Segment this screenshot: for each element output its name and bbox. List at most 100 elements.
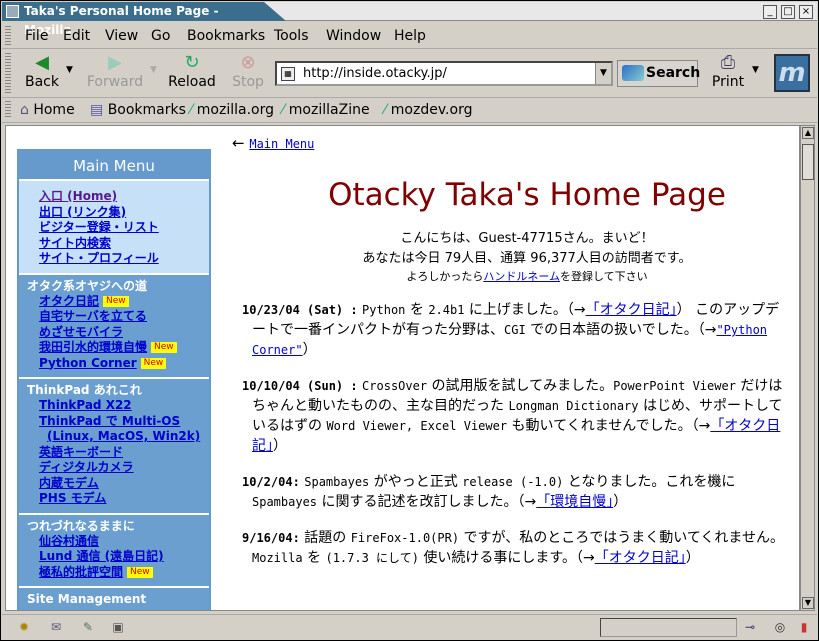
menu-file[interactable]: File	[25, 28, 48, 45]
bookmark-mozillazine[interactable]: ⁄ mozillaZine	[282, 102, 370, 119]
sidebar-link[interactable]: ディジタルカメラ	[27, 460, 201, 476]
news-date: 10/10/04 (Sun) :	[242, 379, 358, 393]
bookmark-mozilla-org[interactable]: ⁄ mozilla.org	[190, 102, 274, 119]
close-button[interactable]: ×	[799, 5, 813, 19]
sidebar-link[interactable]: 我田引水的環境自慢 New	[27, 340, 201, 356]
sidebar-link[interactable]: 自宅サーバを立てる	[27, 309, 201, 325]
reload-button[interactable]: ↻ Reload	[166, 52, 218, 94]
scroll-up-icon[interactable]: ▲	[802, 127, 814, 139]
scroll-down-icon[interactable]: ▼	[802, 597, 814, 609]
new-badge: New	[103, 295, 129, 307]
news-item: 10/10/04 (Sun) : CrossOver の試用版を試してみました。…	[242, 376, 792, 456]
page-content[interactable]: Main Menu 入口 (Home) 出口 (リンク集) ビジター登録・リスト サイ…	[5, 125, 800, 611]
sidebar-link[interactable]: PHS モデム	[27, 491, 201, 507]
forward-dropdown-icon[interactable]: ▼	[150, 65, 157, 75]
sidebar-link[interactable]: Lund 通信 (遠島日記)	[27, 549, 201, 565]
url-history-dropdown-icon[interactable]: ▼	[595, 63, 611, 84]
window-title-tab[interactable]: Taka's Personal Home Page - Mozilla	[2, 2, 286, 37]
sidebar-link[interactable]: ThinkPad X22	[27, 398, 201, 414]
sidebar-link[interactable]: (Linux, MacOS, Win2k)	[27, 429, 201, 445]
menu-go[interactable]: Go	[151, 28, 170, 45]
menu-view[interactable]: View	[105, 28, 138, 45]
news-text: ）	[685, 550, 700, 566]
navbar-grip-icon[interactable]	[5, 53, 11, 93]
url-bar[interactable]: ▦ http://inside.otacky.jp/ ▼	[275, 61, 613, 86]
left-arrow-icon: ←	[232, 134, 245, 152]
status-progress-field	[600, 618, 737, 637]
sidebar-section: 入口 (Home) 出口 (リンク集) ビジター登録・リスト サイト内検索 サイト・プロ…	[19, 181, 209, 275]
menu-edit[interactable]: Edit	[63, 28, 90, 45]
menubar-grip-icon[interactable]	[5, 26, 11, 46]
news-text: PowerPoint Viewer	[613, 379, 736, 393]
vertical-scrollbar[interactable]: ▲ ▼	[800, 125, 815, 611]
menu-bar: File Edit View Go Bookmarks Tools Window…	[2, 23, 817, 49]
news-link[interactable]: 「環境自慢」	[536, 494, 613, 510]
mozilla-throbber-logo[interactable]: m	[774, 54, 810, 92]
sidebar-link[interactable]: 内蔵モデム	[27, 476, 201, 492]
sidebar-link[interactable]: 入口 (Home)	[27, 189, 201, 205]
print-button[interactable]: ⎙ Print	[708, 52, 748, 94]
handle-name-link[interactable]: ハンドルネーム	[483, 270, 560, 283]
sidebar-link[interactable]: サイト・プロフィール	[27, 251, 201, 267]
bookmarks-grip-icon[interactable]	[5, 101, 11, 119]
sidebar-link[interactable]: ビジター登録・リスト	[27, 220, 201, 236]
sidebar-link[interactable]: オタク日記 New	[27, 294, 201, 310]
sidebar-link[interactable]: Python Corner New	[27, 356, 201, 372]
back-button[interactable]: ◀ Back	[22, 52, 62, 94]
news-text: ）	[302, 342, 317, 358]
address-book-icon[interactable]: ▣	[108, 619, 128, 636]
stop-button[interactable]: ⊗ Stop	[228, 52, 268, 94]
sidebar-link[interactable]: ThinkPad で Multi-OS	[27, 414, 201, 430]
news-text: 2.4b1	[428, 303, 465, 317]
reload-icon: ↻	[184, 52, 200, 73]
sidebar-title: Main Menu	[19, 151, 209, 181]
sidebar-link[interactable]: サイト内検索	[27, 236, 201, 252]
news-item: 10/23/04 (Sat) : Python を 2.4b1 に上げました。（…	[242, 300, 792, 360]
security-icon[interactable]: ◎	[770, 619, 790, 636]
menu-bookmarks[interactable]: Bookmarks	[187, 28, 265, 45]
sidebar-link[interactable]: めざせモバイラ	[27, 325, 201, 341]
page-favicon-icon: ▦	[281, 67, 295, 81]
search-button[interactable]: Search	[617, 60, 700, 87]
news-item: 9/16/04: 話題の FireFox-1.0(PR) ですが、私のところでは…	[242, 528, 792, 568]
bookmark-mozdev-org[interactable]: ⁄ mozdev.org	[384, 102, 472, 119]
news-text: FireFox-1.0(PR)	[350, 531, 460, 545]
lock-icon[interactable]: ▮	[794, 619, 814, 636]
bookmarks-icon: ▤	[90, 102, 104, 118]
maximize-button[interactable]: □	[781, 5, 795, 19]
new-badge: New	[127, 566, 153, 578]
navigator-icon[interactable]: ✹	[14, 619, 34, 636]
news-text: に上げました。（→	[464, 302, 586, 318]
minimize-button[interactable]: _	[763, 5, 777, 19]
main-menu-sidebar: Main Menu 入口 (Home) 出口 (リンク集) ビジター登録・リスト サイ…	[17, 149, 211, 610]
sidebar-link[interactable]: 出口 (リンク集)	[27, 205, 201, 221]
sidebar-sections: 入口 (Home) 出口 (リンク集) ビジター登録・リスト サイト内検索 サイト・プロ…	[19, 181, 209, 610]
online-status-icon[interactable]: ⊸	[740, 619, 760, 636]
mail-icon[interactable]: ✉	[46, 619, 66, 636]
main-menu-link[interactable]: Main Menu	[249, 137, 314, 151]
bookmark-home[interactable]: ⌂ Home	[20, 102, 75, 119]
news-date: 10/2/04:	[242, 475, 300, 489]
menu-window[interactable]: Window	[326, 28, 381, 45]
news-text: Spambayes	[252, 495, 318, 509]
url-input[interactable]: http://inside.otacky.jp/	[303, 66, 447, 81]
sidebar-link[interactable]: 仙谷村通信	[27, 534, 201, 550]
forward-button[interactable]: ▶ Forward	[84, 52, 146, 94]
bookmarks-toolbar: ⌂ Home ▤ Bookmarks ⁄ mozilla.org ⁄ mozil…	[2, 99, 817, 123]
sidebar-link[interactable]: 極私的批評空間 New	[27, 565, 201, 581]
news-text: Word Viewer, Excel Viewer	[326, 419, 508, 433]
news-link[interactable]: 「オタク日記」	[586, 302, 677, 318]
print-dropdown-icon[interactable]: ▼	[752, 65, 759, 75]
composer-icon[interactable]: ✎	[78, 619, 98, 636]
browser-window: Taka's Personal Home Page - Mozilla _ □ …	[0, 0, 819, 641]
back-dropdown-icon[interactable]: ▼	[66, 65, 73, 75]
bookmark-bookmarks[interactable]: ▤ Bookmarks	[90, 102, 186, 119]
news-link[interactable]: 「オタク日記」	[595, 550, 686, 566]
sidebar-section: オタク系オヤジへの道 オタク日記 New 自宅サーバを立てる めざせモバイラ 我田引水的環…	[19, 274, 209, 379]
sidebar-link[interactable]: 英語キーボード	[27, 445, 201, 461]
window-menu-icon[interactable]	[6, 5, 19, 18]
menu-tools[interactable]: Tools	[274, 28, 309, 45]
menu-help[interactable]: Help	[394, 28, 426, 45]
news-list: 10/23/04 (Sat) : Python を 2.4b1 に上げました。（…	[232, 300, 792, 568]
scroll-thumb[interactable]	[802, 144, 814, 180]
